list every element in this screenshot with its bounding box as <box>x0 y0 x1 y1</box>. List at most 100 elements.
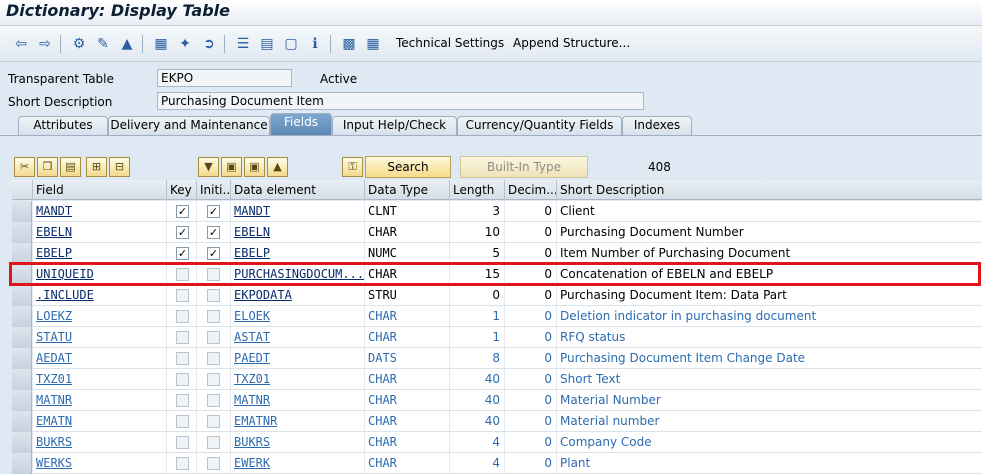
short-description[interactable]: Deletion indicator in purchasing documen… <box>556 306 982 327</box>
decimals[interactable]: 0 <box>504 348 556 369</box>
row-selector[interactable] <box>12 327 32 348</box>
table-row[interactable]: EMATN EMATNR CHAR 40 0 Material number <box>12 411 982 432</box>
decimals[interactable]: 0 <box>504 243 556 264</box>
table-row[interactable]: STATU ASTAT CHAR 1 0 RFQ status <box>12 327 982 348</box>
layout-icon[interactable]: ▢ <box>282 35 300 53</box>
length[interactable]: 8 <box>449 348 504 369</box>
data-type[interactable]: CHAR <box>364 411 449 432</box>
field-name[interactable]: EBELP <box>32 243 166 264</box>
object-list-icon[interactable]: ✦ <box>176 35 194 53</box>
column-header-data-type[interactable]: Data Type <box>364 180 449 200</box>
short-description[interactable]: Material number <box>556 411 982 432</box>
key-checkbox[interactable] <box>176 352 189 365</box>
initial-checkbox[interactable] <box>207 352 220 365</box>
table-row[interactable]: AEDAT PAEDT DATS 8 0 Purchasing Document Item… <box>12 348 982 369</box>
length[interactable]: 1 <box>449 306 504 327</box>
initial-checkbox[interactable] <box>207 289 220 302</box>
length[interactable]: 40 <box>449 411 504 432</box>
field-name[interactable]: LOEKZ <box>32 306 166 327</box>
short-description[interactable]: Purchasing Document Number <box>556 222 982 243</box>
table-row[interactable]: UNIQUEID PURCHASINGDOCUM... CHAR 15 0 Concate… <box>12 264 982 285</box>
row-selector[interactable] <box>12 264 32 285</box>
append-structure-button[interactable]: Append Structure... <box>513 36 630 50</box>
data-element[interactable]: EKPODATA <box>230 285 364 306</box>
column-header-key[interactable]: Key <box>166 180 196 200</box>
data-element[interactable]: PURCHASINGDOCUM... <box>230 264 364 285</box>
key-checkbox[interactable] <box>176 394 189 407</box>
data-element[interactable]: PAEDT <box>230 348 364 369</box>
data-element[interactable]: MATNR <box>230 390 364 411</box>
hierarchy-icon[interactable]: ☰ <box>234 35 252 53</box>
page-up-button[interactable]: ▣ <box>244 157 265 177</box>
short-description[interactable]: Company Code <box>556 432 982 453</box>
where-used-icon[interactable]: ▦ <box>152 35 170 53</box>
length[interactable]: 15 <box>449 264 504 285</box>
decimals[interactable]: 0 <box>504 369 556 390</box>
length[interactable]: 5 <box>449 243 504 264</box>
tab-currency-quantity-fields[interactable]: Currency/Quantity Fields <box>457 116 622 135</box>
column-header-field[interactable]: Field <box>32 180 166 200</box>
tab-indexes[interactable]: Indexes <box>622 116 692 135</box>
initial-checkbox[interactable] <box>207 310 220 323</box>
data-element[interactable]: BUKRS <box>230 432 364 453</box>
tab-delivery-maintenance[interactable]: Delivery and Maintenance <box>108 116 270 135</box>
data-type[interactable]: CHAR <box>364 453 449 474</box>
short-description[interactable]: Concatenation of EBELN and EBELP <box>556 264 982 285</box>
data-element[interactable]: EWERK <box>230 453 364 474</box>
data-type[interactable]: CHAR <box>364 369 449 390</box>
short-description[interactable]: Purchasing Document Item Change Date <box>556 348 982 369</box>
key-checkbox[interactable] <box>176 436 189 449</box>
short-description[interactable]: Short Text <box>556 369 982 390</box>
row-selector[interactable] <box>12 222 32 243</box>
short-description[interactable]: Material Number <box>556 390 982 411</box>
table-row[interactable]: EBELP ✓ ✓ EBELP NUMC 5 0 Item Number of Purchas… <box>12 243 982 264</box>
length[interactable]: 1 <box>449 327 504 348</box>
row-selector[interactable] <box>12 432 32 453</box>
data-type[interactable]: CHAR <box>364 327 449 348</box>
cut-row-button[interactable]: ✂ <box>14 157 35 177</box>
row-selector[interactable] <box>12 201 32 222</box>
length[interactable]: 0 <box>449 285 504 306</box>
data-element[interactable]: EBELN <box>230 222 364 243</box>
table-view-icon[interactable]: ▩ <box>340 35 358 53</box>
paste-row-button[interactable]: ▤ <box>60 157 81 177</box>
key-checkbox[interactable] <box>176 310 189 323</box>
decimals[interactable]: 0 <box>504 432 556 453</box>
key-checkbox[interactable]: ✓ <box>176 247 189 260</box>
initial-checkbox[interactable] <box>207 373 220 386</box>
decimals[interactable]: 0 <box>504 222 556 243</box>
data-element[interactable]: TXZ01 <box>230 369 364 390</box>
table-row[interactable]: BUKRS BUKRS CHAR 4 0 Company Code <box>12 432 982 453</box>
field-name[interactable]: MANDT <box>32 201 166 222</box>
decimals[interactable]: 0 <box>504 390 556 411</box>
row-selector[interactable] <box>12 390 32 411</box>
data-element[interactable]: ASTAT <box>230 327 364 348</box>
initial-checkbox[interactable] <box>207 415 220 428</box>
grid-icon[interactable]: ▦ <box>364 35 382 53</box>
length[interactable]: 4 <box>449 432 504 453</box>
builtin-type-button[interactable]: Built-In Type <box>460 156 588 178</box>
field-name[interactable]: EMATN <box>32 411 166 432</box>
column-header-short-description[interactable]: Short Description <box>556 180 982 200</box>
back-icon[interactable]: ⇦ <box>12 35 30 53</box>
row-selector[interactable] <box>12 243 32 264</box>
tab-attributes[interactable]: Attributes <box>18 116 108 135</box>
field-name[interactable]: EBELN <box>32 222 166 243</box>
field-name[interactable]: TXZ01 <box>32 369 166 390</box>
other-object-icon[interactable]: ⚙ <box>70 35 88 53</box>
data-type[interactable]: CHAR <box>364 264 449 285</box>
activate-icon[interactable]: ▲ <box>118 35 136 53</box>
row-selector[interactable] <box>12 411 32 432</box>
where-used-button[interactable]: ⚿ <box>342 157 363 177</box>
scroll-top-button[interactable]: ▲ <box>267 157 288 177</box>
key-checkbox[interactable] <box>176 373 189 386</box>
table-row[interactable]: LOEKZ ELOEK CHAR 1 0 Deletion indicator in pu… <box>12 306 982 327</box>
short-description[interactable]: Purchasing Document Item: Data Part <box>556 285 982 306</box>
decimals[interactable]: 0 <box>504 285 556 306</box>
key-checkbox[interactable] <box>176 268 189 281</box>
initial-checkbox[interactable] <box>207 394 220 407</box>
data-type[interactable]: CHAR <box>364 390 449 411</box>
tab-input-help-check[interactable]: Input Help/Check <box>332 116 457 135</box>
insert-row-button[interactable]: ⊞ <box>86 157 107 177</box>
search-button[interactable]: Search <box>365 156 451 178</box>
